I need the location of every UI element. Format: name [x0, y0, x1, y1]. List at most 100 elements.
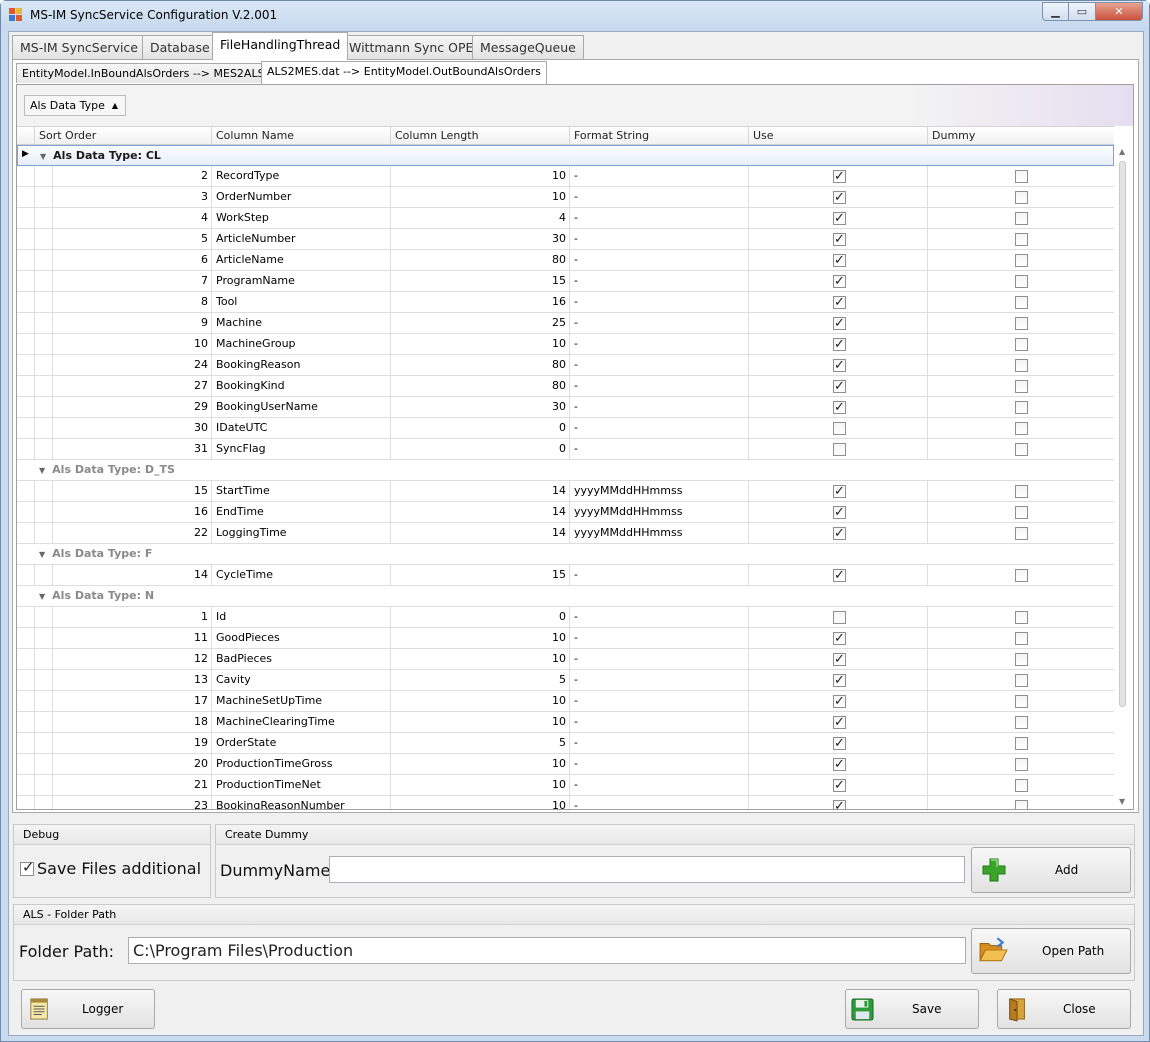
- sort-order-cell[interactable]: 2: [53, 166, 212, 186]
- group-row[interactable]: ▶ ▼ Als Data Type: CL: [17, 145, 1114, 166]
- sort-order-cell[interactable]: 29: [53, 397, 212, 417]
- use-checkbox[interactable]: [833, 335, 846, 354]
- group-row[interactable]: ▼ Als Data Type: D_TS: [17, 460, 1114, 481]
- use-checkbox[interactable]: [833, 443, 846, 456]
- collapse-chevron-icon[interactable]: ▼: [40, 152, 46, 161]
- row-indicator[interactable]: [17, 481, 35, 501]
- use-checkbox[interactable]: [833, 209, 846, 228]
- format-string-cell[interactable]: -: [570, 565, 749, 585]
- use-checkbox[interactable]: [833, 398, 846, 417]
- column-length-cell[interactable]: 80: [391, 250, 570, 270]
- column-name-cell[interactable]: BookingKind: [212, 376, 391, 396]
- collapse-chevron-icon[interactable]: ▼: [39, 550, 45, 559]
- column-length-cell[interactable]: 10: [391, 628, 570, 648]
- dummy-checkbox[interactable]: [1015, 716, 1028, 729]
- dummy-checkbox[interactable]: [1015, 191, 1028, 204]
- sort-order-cell[interactable]: 22: [53, 523, 212, 543]
- format-string-cell[interactable]: -: [570, 649, 749, 669]
- folder-path-input[interactable]: C:\Program Files\Production: [128, 937, 966, 964]
- format-string-cell[interactable]: -: [570, 187, 749, 207]
- table-row[interactable]: 12 BadPieces 10-: [17, 649, 1114, 670]
- table-row[interactable]: 17 MachineSetUpTime 10-: [17, 691, 1114, 712]
- column-name-cell[interactable]: MachineClearingTime: [212, 712, 391, 732]
- sort-order-cell[interactable]: 5: [53, 229, 212, 249]
- column-name-cell[interactable]: MachineSetUpTime: [212, 691, 391, 711]
- format-string-cell[interactable]: -: [570, 166, 749, 186]
- format-string-cell[interactable]: -: [570, 250, 749, 270]
- table-row[interactable]: 7 ProgramName 15-: [17, 271, 1114, 292]
- group-row[interactable]: ▼ Als Data Type: N: [17, 586, 1114, 607]
- sort-order-cell[interactable]: 10: [53, 334, 212, 354]
- column-name-cell[interactable]: BookingReasonNumber: [212, 796, 391, 809]
- format-string-cell[interactable]: -: [570, 334, 749, 354]
- use-checkbox[interactable]: [833, 314, 846, 333]
- row-indicator[interactable]: [17, 397, 35, 417]
- table-row[interactable]: 4 WorkStep 4-: [17, 208, 1114, 229]
- sort-order-cell[interactable]: 16: [53, 502, 212, 522]
- sort-order-cell[interactable]: 7: [53, 271, 212, 291]
- dummy-checkbox[interactable]: [1015, 254, 1028, 267]
- dummy-checkbox[interactable]: [1015, 485, 1028, 498]
- table-row[interactable]: 22 LoggingTime 14 yyyyMMddHHmmss: [17, 523, 1114, 544]
- table-row[interactable]: 23 BookingReasonNumber 10-: [17, 796, 1114, 809]
- use-checkbox[interactable]: [833, 422, 846, 435]
- format-string-cell[interactable]: -: [570, 397, 749, 417]
- header-column-length[interactable]: Column Length: [391, 127, 570, 145]
- use-checkbox[interactable]: [833, 755, 846, 774]
- use-checkbox[interactable]: [833, 251, 846, 270]
- column-length-cell[interactable]: 10: [391, 649, 570, 669]
- tab-outbound-orders[interactable]: ALS2MES.dat --> EntityModel.OutBoundAlsO…: [261, 61, 547, 84]
- row-indicator[interactable]: [17, 376, 35, 396]
- column-length-cell[interactable]: 16: [391, 292, 570, 312]
- save-button[interactable]: Save: [845, 989, 979, 1029]
- column-name-cell[interactable]: CycleTime: [212, 565, 391, 585]
- header-dummy[interactable]: Dummy: [928, 127, 1114, 145]
- format-string-cell[interactable]: -: [570, 208, 749, 228]
- sort-order-cell[interactable]: 13: [53, 670, 212, 690]
- dummy-checkbox[interactable]: [1015, 296, 1028, 309]
- format-string-cell[interactable]: -: [570, 796, 749, 809]
- sort-order-cell[interactable]: 3: [53, 187, 212, 207]
- use-checkbox[interactable]: [833, 230, 846, 249]
- row-indicator[interactable]: [17, 565, 35, 585]
- dummy-checkbox[interactable]: [1015, 800, 1028, 809]
- close-button[interactable]: Close: [997, 989, 1131, 1029]
- table-row[interactable]: 11 GoodPieces 10-: [17, 628, 1114, 649]
- row-indicator[interactable]: [17, 796, 35, 809]
- use-checkbox[interactable]: [833, 503, 846, 522]
- row-indicator[interactable]: [17, 502, 35, 522]
- sort-order-cell[interactable]: 15: [53, 481, 212, 501]
- dummy-checkbox[interactable]: [1015, 401, 1028, 414]
- sort-order-cell[interactable]: 11: [53, 628, 212, 648]
- column-length-cell[interactable]: 0: [391, 418, 570, 438]
- sort-order-cell[interactable]: 6: [53, 250, 212, 270]
- table-row[interactable]: 24 BookingReason 80-: [17, 355, 1114, 376]
- row-indicator[interactable]: [17, 712, 35, 732]
- scrollbar-thumb[interactable]: [1119, 161, 1126, 707]
- column-name-cell[interactable]: BookingReason: [212, 355, 391, 375]
- use-checkbox[interactable]: [833, 713, 846, 732]
- group-row[interactable]: ▼ Als Data Type: F: [17, 544, 1114, 565]
- format-string-cell[interactable]: -: [570, 313, 749, 333]
- use-checkbox[interactable]: [833, 272, 846, 291]
- table-row[interactable]: 15 StartTime 14 yyyyMMddHHmmss: [17, 481, 1114, 502]
- dummy-checkbox[interactable]: [1015, 506, 1028, 519]
- sort-order-cell[interactable]: 27: [53, 376, 212, 396]
- row-indicator[interactable]: [17, 607, 35, 627]
- column-name-cell[interactable]: ProductionTimeNet: [212, 775, 391, 795]
- table-row[interactable]: 9 Machine 25-: [17, 313, 1114, 334]
- sort-order-cell[interactable]: 4: [53, 208, 212, 228]
- sort-order-cell[interactable]: 14: [53, 565, 212, 585]
- table-row[interactable]: 16 EndTime 14 yyyyMMddHHmmss: [17, 502, 1114, 523]
- row-indicator[interactable]: [17, 334, 35, 354]
- column-length-cell[interactable]: 10: [391, 775, 570, 795]
- use-checkbox[interactable]: [833, 629, 846, 648]
- column-length-cell[interactable]: 80: [391, 355, 570, 375]
- column-name-cell[interactable]: Cavity: [212, 670, 391, 690]
- column-length-cell[interactable]: 5: [391, 733, 570, 753]
- column-name-cell[interactable]: ArticleName: [212, 250, 391, 270]
- column-length-cell[interactable]: 15: [391, 565, 570, 585]
- column-length-cell[interactable]: 80: [391, 376, 570, 396]
- column-name-cell[interactable]: EndTime: [212, 502, 391, 522]
- column-length-cell[interactable]: 14: [391, 523, 570, 543]
